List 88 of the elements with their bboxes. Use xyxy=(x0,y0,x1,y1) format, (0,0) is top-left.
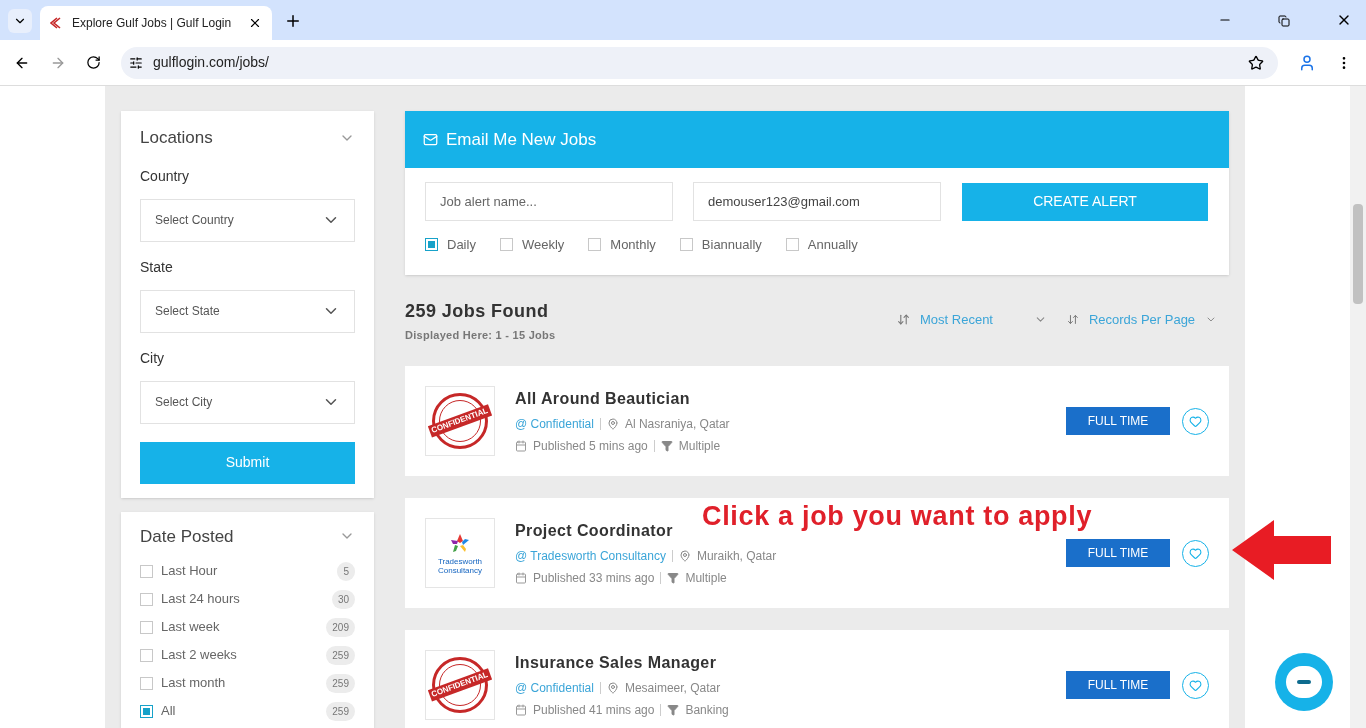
funnel-icon xyxy=(667,572,680,584)
count-badge: 259 xyxy=(326,673,355,693)
job-location: Al Nasraniya, Qatar xyxy=(624,416,730,433)
checkbox[interactable] xyxy=(679,238,693,252)
frequency-label: Daily xyxy=(447,236,476,254)
published-time: Published 33 mins ago xyxy=(533,570,655,587)
published-time: Published 41 mins ago xyxy=(533,702,655,719)
annotation-text: Click a job you want to apply xyxy=(702,500,1093,533)
calendar-icon xyxy=(515,440,527,452)
sort-icon xyxy=(897,312,910,326)
field-label: Country xyxy=(140,166,191,186)
checkbox[interactable] xyxy=(140,620,153,634)
checkbox[interactable] xyxy=(140,592,153,606)
checkbox[interactable] xyxy=(588,238,602,252)
heart-icon xyxy=(1189,414,1202,428)
published-time: Published 5 mins ago xyxy=(533,438,648,455)
filter-title: Locations xyxy=(140,127,213,149)
select-field[interactable]: Select State xyxy=(140,289,355,333)
option-label: Last week xyxy=(161,618,221,637)
job-title[interactable]: Insurance Sales Manager xyxy=(515,651,717,675)
close-icon[interactable] xyxy=(248,16,262,30)
job-category: Multiple xyxy=(678,438,721,455)
heart-icon xyxy=(1189,546,1202,560)
bookmark-icon[interactable] xyxy=(1248,54,1264,71)
job-type-badge: FULL TIME xyxy=(1066,671,1170,699)
tab-title: Explore Gulf Jobs | Gulf Login xyxy=(72,15,233,32)
select-field[interactable]: Select City xyxy=(140,380,355,424)
new-tab-icon[interactable] xyxy=(284,12,302,30)
job-location: Muraikh, Qatar xyxy=(696,548,777,565)
count-badge: 5 xyxy=(337,561,355,581)
checkbox[interactable] xyxy=(140,648,153,662)
count-badge: 209 xyxy=(326,617,355,637)
input-field[interactable]: demouser123@gmail.com xyxy=(693,182,941,221)
location-pin-icon xyxy=(606,682,619,694)
chat-icon xyxy=(1297,680,1311,684)
results-range: Displayed Here: 1 - 15 Jobs xyxy=(405,327,557,343)
count-badge: 259 xyxy=(326,645,355,665)
job-location: Mesaimeer, Qatar xyxy=(624,680,721,697)
checkbox[interactable] xyxy=(425,238,438,252)
option-label: Last Hour xyxy=(161,562,219,581)
url-text: gulflogin.com/jobs/ xyxy=(153,53,269,72)
filter-title: Date Posted xyxy=(140,525,234,548)
checkbox[interactable] xyxy=(140,704,153,718)
location-pin-icon xyxy=(678,550,691,562)
select-field[interactable]: Select Country xyxy=(140,198,355,242)
checkbox[interactable] xyxy=(785,238,799,252)
job-category: Multiple xyxy=(685,570,727,587)
address-bar[interactable]: gulflogin.com/jobs/ xyxy=(121,46,1278,79)
checkbox[interactable] xyxy=(140,676,153,690)
mail-icon xyxy=(423,132,438,147)
calendar-icon xyxy=(515,704,527,716)
tab-list-button[interactable] xyxy=(8,9,32,33)
browser-tab[interactable]: Explore Gulf Jobs | Gulf Login xyxy=(40,6,272,40)
field-label: City xyxy=(140,348,166,368)
count-badge: 259 xyxy=(326,701,355,721)
chat-button[interactable] xyxy=(1275,653,1333,711)
company-logo: Tradesworth Consultancy xyxy=(425,518,495,588)
scrollbar-thumb[interactable] xyxy=(1353,204,1363,304)
job-title[interactable]: Project Coordinator xyxy=(515,519,673,543)
funnel-icon xyxy=(667,704,680,716)
heart-icon xyxy=(1189,678,1202,692)
job-type-badge: FULL TIME xyxy=(1066,407,1170,435)
results-count: 259 Jobs Found xyxy=(405,299,550,323)
option-label: Last 24 hours xyxy=(161,590,241,609)
checkbox[interactable] xyxy=(499,238,513,252)
checkbox[interactable] xyxy=(140,564,153,578)
site-settings-icon[interactable] xyxy=(129,55,143,70)
job-title[interactable]: All Around Beautician xyxy=(515,387,690,411)
frequency-label: Monthly xyxy=(610,236,656,254)
option-label: Last 2 weeks xyxy=(161,646,238,665)
reload-icon[interactable] xyxy=(86,55,101,70)
sort-icon xyxy=(1067,312,1079,326)
profile-icon[interactable] xyxy=(1298,53,1316,72)
count-badge: 30 xyxy=(331,589,355,609)
frequency-label: Weekly xyxy=(521,236,565,254)
frequency-label: Biannually xyxy=(701,236,762,254)
option-label: Last month xyxy=(161,674,227,693)
field-label: State xyxy=(140,257,174,277)
calendar-icon xyxy=(515,572,527,584)
job-type-badge: FULL TIME xyxy=(1066,539,1170,567)
frequency-label: Annually xyxy=(807,236,858,254)
location-pin-icon xyxy=(606,418,619,430)
funnel-icon xyxy=(660,440,673,452)
option-label: All xyxy=(161,702,177,721)
job-category: Banking xyxy=(685,702,729,719)
restore-icon[interactable] xyxy=(1278,15,1290,27)
input-field[interactable]: Job alert name... xyxy=(425,182,673,221)
alert-title: Email Me New Jobs xyxy=(446,128,597,151)
